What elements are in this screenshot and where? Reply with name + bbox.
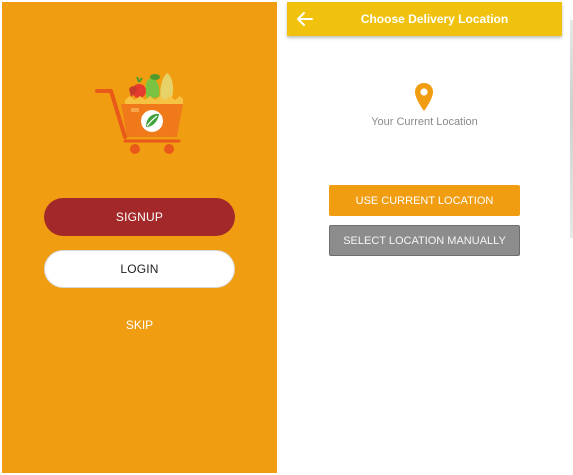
use-current-location-button[interactable]: USE CURRENT LOCATION: [329, 185, 520, 216]
use-current-location-label: USE CURRENT LOCATION: [355, 194, 494, 207]
login-button[interactable]: LOGIN: [44, 250, 235, 288]
skip-link[interactable]: SKIP: [2, 318, 277, 332]
grocery-cart-logo-icon: [95, 67, 191, 157]
screenshot-canvas: SIGNUP LOGIN SKIP Choose Delivery Locati…: [0, 0, 573, 475]
app-bar: Choose Delivery Location: [287, 2, 562, 36]
delivery-location-screen: Choose Delivery Location Your Current Lo…: [287, 2, 562, 473]
login-screen: SIGNUP LOGIN SKIP: [2, 2, 277, 473]
location-pin-icon: [414, 82, 434, 112]
select-location-manually-button[interactable]: SELECT LOCATION MANUALLY: [329, 225, 520, 256]
login-button-label: LOGIN: [120, 262, 159, 276]
current-location-label: Your Current Location: [371, 116, 478, 128]
select-location-manually-label: SELECT LOCATION MANUALLY: [343, 234, 506, 247]
page-title: Choose Delivery Location: [360, 12, 509, 26]
arrow-left-icon[interactable]: [295, 9, 315, 29]
signup-button-label: SIGNUP: [115, 210, 164, 224]
signup-button[interactable]: SIGNUP: [44, 198, 235, 236]
